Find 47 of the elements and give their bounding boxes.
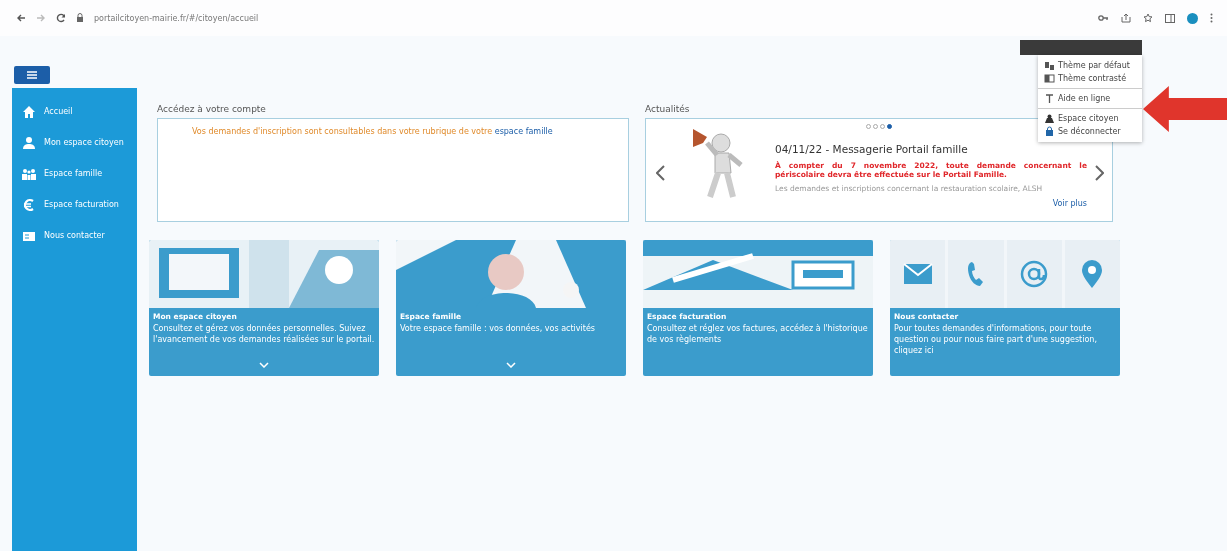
sidebar-item[interactable]: Espace facturation <box>12 189 137 220</box>
sidebar-item[interactable]: Accueil <box>12 96 137 127</box>
next-icon[interactable] <box>1095 165 1104 181</box>
share-icon[interactable] <box>1121 13 1131 23</box>
menu-item[interactable]: Aide en ligne <box>1038 92 1142 105</box>
sidebar-item[interactable]: Espace famille <box>12 158 137 189</box>
read-more-link[interactable]: Voir plus <box>1052 198 1087 208</box>
user-icon <box>1044 113 1055 124</box>
sidebar-item[interactable]: Nous contacter <box>12 220 137 251</box>
home-icon <box>22 104 36 119</box>
card-description: Consultez et gérez vos données personnelles. Suivez l'avancement de vos demandes réalisées sur le portail. <box>152 322 376 346</box>
bar-chart-icon <box>1044 60 1055 71</box>
star-icon[interactable] <box>1143 13 1153 23</box>
card-description: Consultez et réglez vos factures, accédez à l'historique de vos règlements <box>646 322 869 346</box>
euro-icon <box>22 197 36 212</box>
menu-button[interactable] <box>14 66 50 84</box>
card-description: Pour toutes demandes d'informations, pour toute question ou pour nous faire part d'une suggestion, cliquez ici <box>893 323 1098 357</box>
letter-t-icon <box>1044 93 1055 104</box>
account-message: Vos demandes d'inscription sont consultables dans votre rubrique de votre espace famille <box>191 126 554 136</box>
chevron-down-icon[interactable] <box>259 362 269 368</box>
espace-famille-link[interactable]: espace famille <box>494 127 553 136</box>
sidebar-icon[interactable] <box>1165 13 1175 23</box>
section-title: Accédez à votre compte <box>157 104 267 114</box>
avatar-icon[interactable] <box>1187 12 1198 24</box>
lock-icon <box>1044 126 1055 137</box>
contrast-icon <box>1044 73 1055 84</box>
menu-item[interactable]: Thème contrasté <box>1038 72 1142 85</box>
lock-icon <box>76 13 84 23</box>
family-icon <box>22 166 36 181</box>
back-icon[interactable] <box>16 13 26 23</box>
reload-icon[interactable] <box>56 13 66 23</box>
person-icon <box>22 135 36 150</box>
card-description: Votre espace famille : vos données, vos activités <box>399 322 596 335</box>
chevron-down-icon[interactable] <box>506 362 516 368</box>
menu-item[interactable]: Se déconnecter <box>1038 125 1142 138</box>
more-icon[interactable] <box>1210 13 1213 23</box>
menu-item[interactable]: Thème par défaut <box>1038 59 1142 72</box>
menu-item[interactable]: Espace citoyen <box>1038 112 1142 125</box>
news-headline: 04/11/22 - Messagerie Portail famille <box>775 143 968 155</box>
url-field[interactable]: portailcitoyen-mairie.fr/#/citoyen/accueil <box>94 13 259 23</box>
sidebar-item[interactable]: Mon espace citoyen <box>12 127 137 158</box>
section-title: Actualités <box>645 104 691 114</box>
carousel-dot[interactable] <box>887 124 892 129</box>
previous-icon[interactable] <box>656 165 665 181</box>
menu-icon <box>27 71 37 79</box>
arrow-icon <box>1143 86 1227 132</box>
key-icon[interactable] <box>1098 14 1109 22</box>
